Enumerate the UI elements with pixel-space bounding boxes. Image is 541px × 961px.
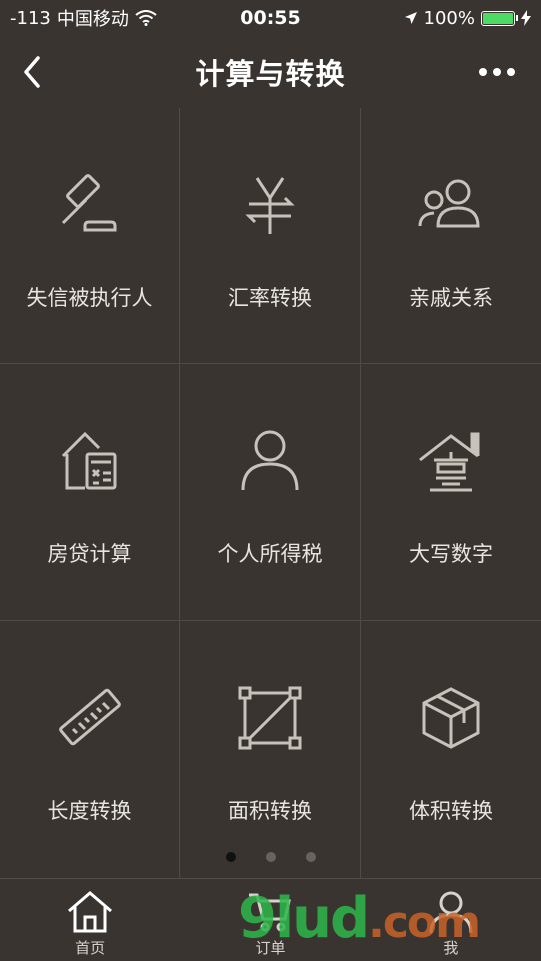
tool-label: 体积转换 (409, 799, 493, 823)
people-icon (418, 179, 480, 228)
house-chinese-numeral-icon (419, 432, 480, 492)
tool-label: 个人所得税 (217, 542, 323, 566)
tool-label: 汇率转换 (228, 286, 312, 310)
more-options-button[interactable] (479, 62, 523, 82)
person-icon (241, 430, 299, 491)
tool-length[interactable]: 长度转换 (0, 621, 180, 878)
tool-volume[interactable]: 体积转换 (361, 621, 541, 878)
status-bar: -113 中国移动 00:55 100% (0, 0, 541, 36)
page-dot-1[interactable] (225, 852, 236, 862)
ruler-icon (58, 688, 121, 746)
nav-bar: 计算与转换 (0, 36, 541, 108)
tool-label: 面积转换 (228, 799, 312, 823)
more-dot (479, 68, 487, 76)
tab-label: 首页 (75, 939, 106, 957)
tool-mortgage[interactable]: 房贷计算 (0, 364, 180, 621)
more-dot (493, 68, 501, 76)
tool-label: 失信被执行人 (26, 286, 153, 310)
page-dot-2[interactable] (265, 852, 276, 862)
more-dot (507, 68, 515, 76)
tool-label: 大写数字 (409, 542, 493, 566)
currency-yen-icon (245, 177, 295, 234)
tab-home[interactable]: 首页 (0, 879, 180, 961)
page-title: 计算与转换 (195, 57, 346, 91)
cube-icon (422, 687, 480, 749)
tool-exchange-rate[interactable]: 汇率转换 (180, 108, 361, 364)
area-square-icon (238, 686, 302, 750)
battery-icon (481, 10, 518, 26)
tool-chinese-numerals[interactable]: 大写数字 (361, 364, 541, 621)
watermark-suffix: .com (368, 897, 481, 948)
gavel-icon (61, 174, 116, 232)
tool-dishonest-debtor[interactable]: 失信被执行人 (0, 108, 180, 364)
tool-label: 长度转换 (47, 799, 132, 823)
tool-label: 亲戚关系 (409, 286, 493, 310)
tool-relatives[interactable]: 亲戚关系 (361, 108, 541, 364)
page-indicator (0, 852, 541, 864)
tool-income-tax[interactable]: 个人所得税 (180, 364, 361, 621)
tool-grid: 失信被执行人 汇率转换 亲戚关系 房贷计算 个人所得税 大写数字 长度转换 面积… (0, 108, 541, 878)
watermark: 9lud.com (238, 886, 481, 951)
house-calculator-icon (61, 431, 116, 490)
tool-area[interactable]: 面积转换 (180, 621, 361, 878)
watermark-text: 9lud (238, 886, 370, 951)
clock: 00:55 (240, 7, 301, 29)
home-icon (68, 891, 113, 933)
tool-label: 房贷计算 (47, 542, 132, 566)
page-dot-3[interactable] (305, 852, 316, 862)
back-button[interactable] (14, 52, 54, 92)
